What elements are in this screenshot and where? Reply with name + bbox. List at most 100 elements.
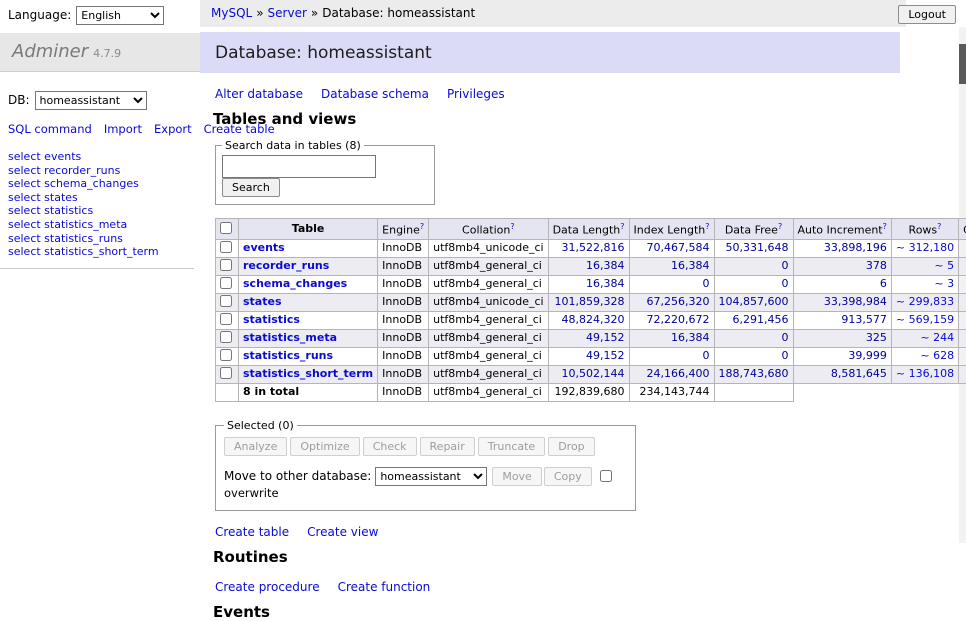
rows-link-statistics[interactable]: ~ 569,159 bbox=[896, 313, 954, 326]
scrollbar-thumb[interactable] bbox=[959, 44, 966, 84]
row-checkbox-recorder_runs[interactable] bbox=[220, 259, 232, 271]
collation-cell: utf8mb4_general_ci bbox=[429, 311, 548, 329]
column-help-link[interactable]: ? bbox=[937, 222, 941, 231]
row-checkbox-cell bbox=[216, 365, 239, 383]
db-action-database-schema[interactable]: Database schema bbox=[321, 87, 429, 101]
optimize-button[interactable]: Optimize bbox=[290, 437, 359, 456]
comment-cell bbox=[959, 347, 966, 365]
table-link-statistics_short_term[interactable]: statistics_short_term bbox=[243, 367, 373, 380]
column-help-link[interactable]: ? bbox=[883, 222, 887, 231]
data-free-cell: 188,743,680 bbox=[714, 365, 793, 383]
db-action-alter-database[interactable]: Alter database bbox=[215, 87, 303, 101]
select-all-checkbox[interactable] bbox=[220, 222, 232, 234]
rows-link-statistics_runs[interactable]: ~ 628 bbox=[920, 349, 954, 362]
rows-link-states[interactable]: ~ 299,833 bbox=[896, 295, 954, 308]
sidebar-table-item: select statistics bbox=[8, 204, 194, 218]
truncate-button[interactable]: Truncate bbox=[478, 437, 545, 456]
logout-button[interactable]: Logout bbox=[898, 5, 956, 24]
data-length-cell: 49,152 bbox=[548, 347, 629, 365]
breadcrumb-link-mysql[interactable]: MySQL bbox=[211, 6, 252, 20]
move-db-select[interactable]: homeassistant bbox=[375, 467, 487, 486]
data-length-cell: 101,859,328 bbox=[548, 293, 629, 311]
sidebar-link-sql-command[interactable]: SQL command bbox=[8, 122, 92, 136]
rows-link-schema_changes[interactable]: ~ 3 bbox=[934, 277, 954, 290]
data-free-cell: 0 bbox=[714, 347, 793, 365]
copy-button[interactable]: Copy bbox=[544, 467, 592, 486]
sidebar-select-events-link[interactable]: select events bbox=[8, 150, 81, 163]
create-link-create-view[interactable]: Create view bbox=[307, 525, 378, 539]
col-header-collation[interactable]: Collation? bbox=[429, 219, 548, 240]
row-checkbox-schema_changes[interactable] bbox=[220, 277, 232, 289]
table-link-states[interactable]: states bbox=[243, 295, 282, 308]
col-header-comment[interactable]: Comment? bbox=[959, 219, 966, 240]
create-link-create-table[interactable]: Create table bbox=[215, 525, 289, 539]
tables-overview-table: TableEngine?Collation?Data Length?Index … bbox=[215, 218, 966, 402]
sidebar-select-schema-changes-link[interactable]: select schema_changes bbox=[8, 177, 139, 190]
rows-link-statistics_short_term[interactable]: ~ 136,108 bbox=[896, 367, 954, 380]
rows-link-recorder_runs[interactable]: ~ 5 bbox=[934, 259, 954, 272]
search-button[interactable]: Search bbox=[222, 178, 280, 197]
sidebar-table-item: select schema_changes bbox=[8, 177, 194, 191]
sidebar-select-statistics-runs-link[interactable]: select statistics_runs bbox=[8, 232, 123, 245]
search-input[interactable] bbox=[222, 155, 376, 178]
analyze-button[interactable]: Analyze bbox=[224, 437, 287, 456]
column-help-link[interactable]: ? bbox=[620, 222, 624, 231]
repair-button[interactable]: Repair bbox=[420, 437, 475, 456]
col-header-auto-increment[interactable]: Auto Increment? bbox=[793, 219, 891, 240]
data-length-cell: 16,384 bbox=[548, 275, 629, 293]
db-action-privileges[interactable]: Privileges bbox=[447, 87, 505, 101]
row-checkbox-statistics[interactable] bbox=[220, 313, 232, 325]
overwrite-checkbox[interactable] bbox=[600, 470, 612, 482]
col-header-index-length[interactable]: Index Length? bbox=[629, 219, 714, 240]
table-link-events[interactable]: events bbox=[243, 241, 285, 254]
row-checkbox-statistics_meta[interactable] bbox=[220, 331, 232, 343]
index-length-cell: 16,384 bbox=[629, 257, 714, 275]
drop-button[interactable]: Drop bbox=[548, 437, 594, 456]
move-button[interactable]: Move bbox=[492, 467, 542, 486]
rows-cell: ~ 299,833 bbox=[891, 293, 958, 311]
language-select[interactable]: English bbox=[76, 6, 164, 25]
language-label: Language: bbox=[8, 8, 71, 22]
comment-cell bbox=[959, 239, 966, 257]
row-checkbox-statistics_short_term[interactable] bbox=[220, 367, 232, 379]
table-link-statistics_runs[interactable]: statistics_runs bbox=[243, 349, 333, 362]
column-help-link[interactable]: ? bbox=[705, 222, 709, 231]
col-header-engine[interactable]: Engine? bbox=[378, 219, 429, 240]
check-button[interactable]: Check bbox=[363, 437, 417, 456]
sidebar-link-import[interactable]: Import bbox=[104, 122, 142, 136]
sidebar-link-export[interactable]: Export bbox=[154, 122, 192, 136]
table-link-statistics[interactable]: statistics bbox=[243, 313, 300, 326]
row-checkbox-states[interactable] bbox=[220, 295, 232, 307]
index-length-cell: 67,256,320 bbox=[629, 293, 714, 311]
row-checkbox-events[interactable] bbox=[220, 241, 232, 253]
column-help-link[interactable]: ? bbox=[420, 222, 424, 231]
collation-cell: utf8mb4_general_ci bbox=[429, 365, 548, 383]
breadcrumb-current: Database: homeassistant bbox=[322, 6, 475, 20]
auto-increment-cell: 6 bbox=[793, 275, 891, 293]
sidebar-select-states-link[interactable]: select states bbox=[8, 191, 78, 204]
table-link-statistics_meta[interactable]: statistics_meta bbox=[243, 331, 337, 344]
engine-cell: InnoDB bbox=[378, 239, 429, 257]
sidebar-select-statistics-short-term-link[interactable]: select statistics_short_term bbox=[8, 245, 159, 258]
routine-link-create-procedure[interactable]: Create procedure bbox=[215, 580, 320, 594]
col-header-rows[interactable]: Rows? bbox=[891, 219, 958, 240]
db-select[interactable]: homeassistant bbox=[35, 91, 147, 110]
sidebar: Adminer4.7.9 DB: homeassistant SQL comma… bbox=[0, 27, 200, 543]
col-header-data-free[interactable]: Data Free? bbox=[714, 219, 793, 240]
table-link-recorder_runs[interactable]: recorder_runs bbox=[243, 259, 329, 272]
row-checkbox-statistics_runs[interactable] bbox=[220, 349, 232, 361]
sidebar-select-recorder-runs-link[interactable]: select recorder_runs bbox=[8, 164, 120, 177]
col-header-table[interactable]: Table bbox=[239, 219, 378, 240]
rows-link-statistics_meta[interactable]: ~ 244 bbox=[920, 331, 954, 344]
sidebar-select-statistics-meta-link[interactable]: select statistics_meta bbox=[8, 218, 127, 231]
column-help-link[interactable]: ? bbox=[778, 222, 782, 231]
breadcrumb-link-server[interactable]: Server bbox=[268, 6, 307, 20]
routine-link-create-function[interactable]: Create function bbox=[338, 580, 431, 594]
column-help-link[interactable]: ? bbox=[510, 222, 514, 231]
table-link-schema_changes[interactable]: schema_changes bbox=[243, 277, 347, 290]
sidebar-select-statistics-link[interactable]: select statistics bbox=[8, 204, 93, 217]
rows-link-events[interactable]: ~ 312,180 bbox=[896, 241, 954, 254]
col-header-data-length[interactable]: Data Length? bbox=[548, 219, 629, 240]
app-logo[interactable]: Adminer bbox=[12, 41, 88, 62]
engine-cell: InnoDB bbox=[378, 347, 429, 365]
